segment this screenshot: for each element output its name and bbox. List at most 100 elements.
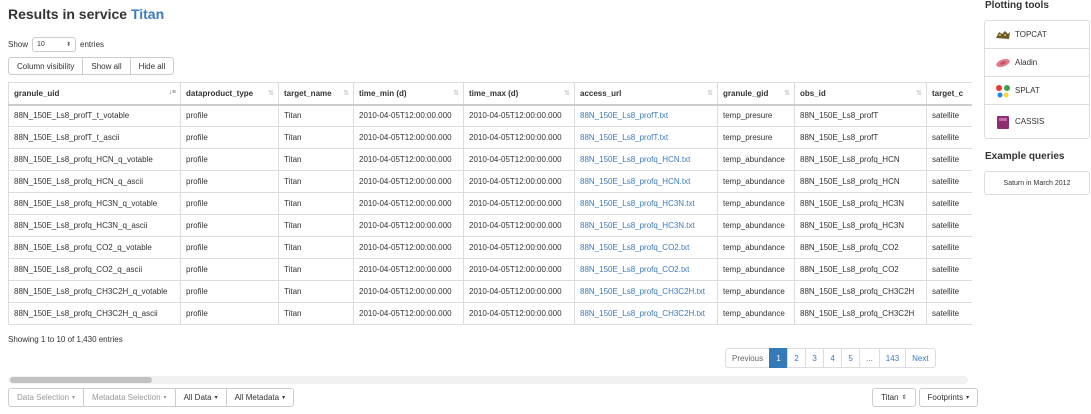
horizontal-scrollbar[interactable] — [8, 376, 968, 384]
caret-down-icon: ▾ — [282, 395, 286, 401]
column-header[interactable]: target_c — [926, 82, 972, 106]
access-url-link[interactable]: 88N_150E_Ls8_profT.txt — [574, 126, 718, 149]
table-row[interactable]: 88N_150E_Ls8_profT_t_ascii profile Titan 20… — [8, 126, 972, 149]
table-row[interactable]: 88N_150E_Ls8_profq_CO2_q_votable profile T… — [8, 236, 972, 259]
table-cell: 88N_150E_Ls8_profq_CO2 — [794, 236, 927, 259]
table-cell: 2010-04-05T12:00:00.000 — [463, 258, 575, 281]
table-cell: 88N_150E_Ls8_profT_t_votable — [8, 104, 181, 127]
data-selection-dropdown[interactable]: Data Selection ▾ — [8, 388, 85, 407]
table-cell: 88N_150E_Ls8_profq_CO2_q_votable — [8, 236, 181, 259]
table-cell: satellite — [926, 258, 972, 281]
tool-topcat[interactable]: TOPCAT — [985, 21, 1089, 49]
scrollbar-thumb[interactable] — [10, 377, 152, 383]
table-cell: satellite — [926, 148, 972, 171]
access-url-link[interactable]: 88N_150E_Ls8_profq_HCN.txt — [574, 170, 718, 193]
service-name: Titan — [130, 6, 165, 22]
target-select[interactable]: Titan ⇕ — [872, 388, 916, 407]
previous-page-button[interactable]: Previous — [725, 348, 771, 368]
table-cell: satellite — [926, 302, 972, 325]
table-cell: satellite — [926, 214, 972, 237]
pagination: Previous 1 2 3 4 5 ... 143 Next — [725, 348, 936, 368]
all-metadata-dropdown[interactable]: All Metadata ▾ — [226, 388, 295, 407]
plotting-tools-list: TOPCAT Aladin SPLAT CASSIS — [984, 20, 1090, 139]
table-cell: 88N_150E_Ls8_profq_HCN — [794, 148, 927, 171]
table-cell: 2010-04-05T12:00:00.000 — [463, 302, 575, 325]
column-header[interactable]: time_max (d) ⇅ — [463, 82, 575, 106]
access-url-link[interactable]: 88N_150E_Ls8_profq_CO2.txt — [574, 236, 718, 259]
entries-select[interactable]: 10 ⬍ — [32, 37, 77, 52]
page-button-5[interactable]: 5 — [841, 348, 861, 368]
table-cell: 88N_150E_Ls8_profq_CH3C2H — [794, 280, 927, 303]
table-row[interactable]: 88N_150E_Ls8_profq_HCN_q_votable profile T… — [8, 148, 972, 171]
column-header-label: target_c — [932, 88, 964, 98]
metadata-selection-dropdown[interactable]: Metadata Selection ▾ — [84, 388, 176, 407]
table-cell: 2010-04-05T12:00:00.000 — [353, 236, 464, 259]
table-row[interactable]: 88N_150E_Ls8_profT_t_votable profile Titan… — [8, 104, 972, 127]
table-cell: Titan — [278, 214, 354, 237]
aladin-icon — [995, 56, 1011, 70]
table-cell: 88N_150E_Ls8_profq_HC3N — [794, 214, 927, 237]
table-cell: 88N_150E_Ls8_profq_HC3N_q_ascii — [8, 214, 181, 237]
plotting-tools-heading: Plotting tools — [985, 0, 1049, 11]
hide-all-button[interactable]: Hide all — [130, 57, 175, 75]
table-row[interactable]: 88N_150E_Ls8_profq_CH3C2H_q_votable profi… — [8, 280, 972, 303]
page-button-last[interactable]: 143 — [878, 348, 907, 368]
column-header[interactable]: time_min (d) ⇅ — [353, 82, 464, 106]
all-data-dropdown[interactable]: All Data ▾ — [175, 388, 227, 407]
page-button-2[interactable]: 2 — [787, 348, 807, 368]
access-url-link[interactable]: 88N_150E_Ls8_profq_HC3N.txt — [574, 214, 718, 237]
table-cell: profile — [180, 126, 279, 149]
table-cell: satellite — [926, 280, 972, 303]
footprints-dropdown[interactable]: Footprints ▾ — [918, 388, 979, 407]
column-header[interactable]: granule_gid ⇅ — [717, 82, 795, 106]
access-url-link[interactable]: 88N_150E_Ls8_profq_CH3C2H.txt — [574, 302, 718, 325]
access-url-link[interactable]: 88N_150E_Ls8_profq_HCN.txt — [574, 148, 718, 171]
access-url-link[interactable]: 88N_150E_Ls8_profq_HC3N.txt — [574, 192, 718, 215]
table-cell: profile — [180, 104, 279, 127]
show-all-button[interactable]: Show all — [83, 57, 131, 75]
column-visibility-button[interactable]: Column visibility — [8, 57, 84, 75]
tool-cassis[interactable]: CASSIS — [985, 105, 1089, 138]
page-button-3[interactable]: 3 — [805, 348, 825, 368]
page-button-1[interactable]: 1 — [769, 348, 789, 368]
example-query-button[interactable]: Saturn in March 2012 — [984, 171, 1090, 195]
updown-icon: ⇕ — [901, 395, 907, 401]
column-header[interactable]: target_name ⇅ — [278, 82, 354, 106]
column-header-label: granule_uid — [14, 88, 60, 98]
page-button-4[interactable]: 4 — [823, 348, 843, 368]
table-row[interactable]: 88N_150E_Ls8_profq_HC3N_q_votable profile… — [8, 192, 972, 215]
column-header-label: obs_id — [800, 88, 826, 98]
column-header[interactable]: granule_uid ↓≡ — [8, 82, 181, 106]
table-row[interactable]: 88N_150E_Ls8_profq_HCN_q_ascii profile Tit… — [8, 170, 972, 193]
cassis-icon — [995, 115, 1011, 129]
table-row[interactable]: 88N_150E_Ls8_profq_HC3N_q_ascii profile Ti… — [8, 214, 972, 237]
table-cell: Titan — [278, 170, 354, 193]
table-cell: 88N_150E_Ls8_profq_CH3C2H_q_votable — [8, 280, 181, 303]
caret-down-icon: ▾ — [966, 395, 970, 401]
table-header-row: granule_uid ↓≡ dataproduct_type ⇅ target_n… — [8, 82, 972, 106]
next-page-button[interactable]: Next — [905, 348, 936, 368]
access-url-link[interactable]: 88N_150E_Ls8_profq_CH3C2H.txt — [574, 280, 718, 303]
column-header-label: time_max (d) — [469, 88, 519, 98]
splat-icon — [995, 84, 1011, 98]
tool-aladin[interactable]: Aladin — [985, 49, 1089, 77]
table-cell: 88N_150E_Ls8_profT — [794, 126, 927, 149]
tool-splat[interactable]: SPLAT — [985, 77, 1089, 105]
table-cell: 88N_150E_Ls8_profq_HCN_q_ascii — [8, 170, 181, 193]
all-metadata-label: All Metadata — [234, 393, 280, 402]
access-url-link[interactable]: 88N_150E_Ls8_profT.txt — [574, 104, 718, 127]
table-row[interactable]: 88N_150E_Ls8_profq_CO2_q_ascii profile Tit… — [8, 258, 972, 281]
column-header[interactable]: obs_id ⇅ — [794, 82, 927, 106]
column-header[interactable]: access_url ⇅ — [574, 82, 718, 106]
table-cell: 88N_150E_Ls8_profq_CH3C2H_q_ascii — [8, 302, 181, 325]
table-row[interactable]: 88N_150E_Ls8_profq_CH3C2H_q_ascii profile… — [8, 302, 972, 325]
table-cell: 2010-04-05T12:00:00.000 — [353, 148, 464, 171]
view-controls: Titan ⇕ Footprints ▾ — [872, 388, 979, 407]
table-cell: satellite — [926, 126, 972, 149]
column-header[interactable]: dataproduct_type ⇅ — [180, 82, 279, 106]
table-cell: 2010-04-05T12:00:00.000 — [463, 214, 575, 237]
table-cell: temp_presure — [717, 104, 795, 127]
access-url-link[interactable]: 88N_150E_Ls8_profq_CO2.txt — [574, 258, 718, 281]
table-cell: 88N_150E_Ls8_profq_CH3C2H — [794, 302, 927, 325]
selection-bar: Data Selection ▾ Metadata Selection ▾ All … — [8, 388, 295, 407]
